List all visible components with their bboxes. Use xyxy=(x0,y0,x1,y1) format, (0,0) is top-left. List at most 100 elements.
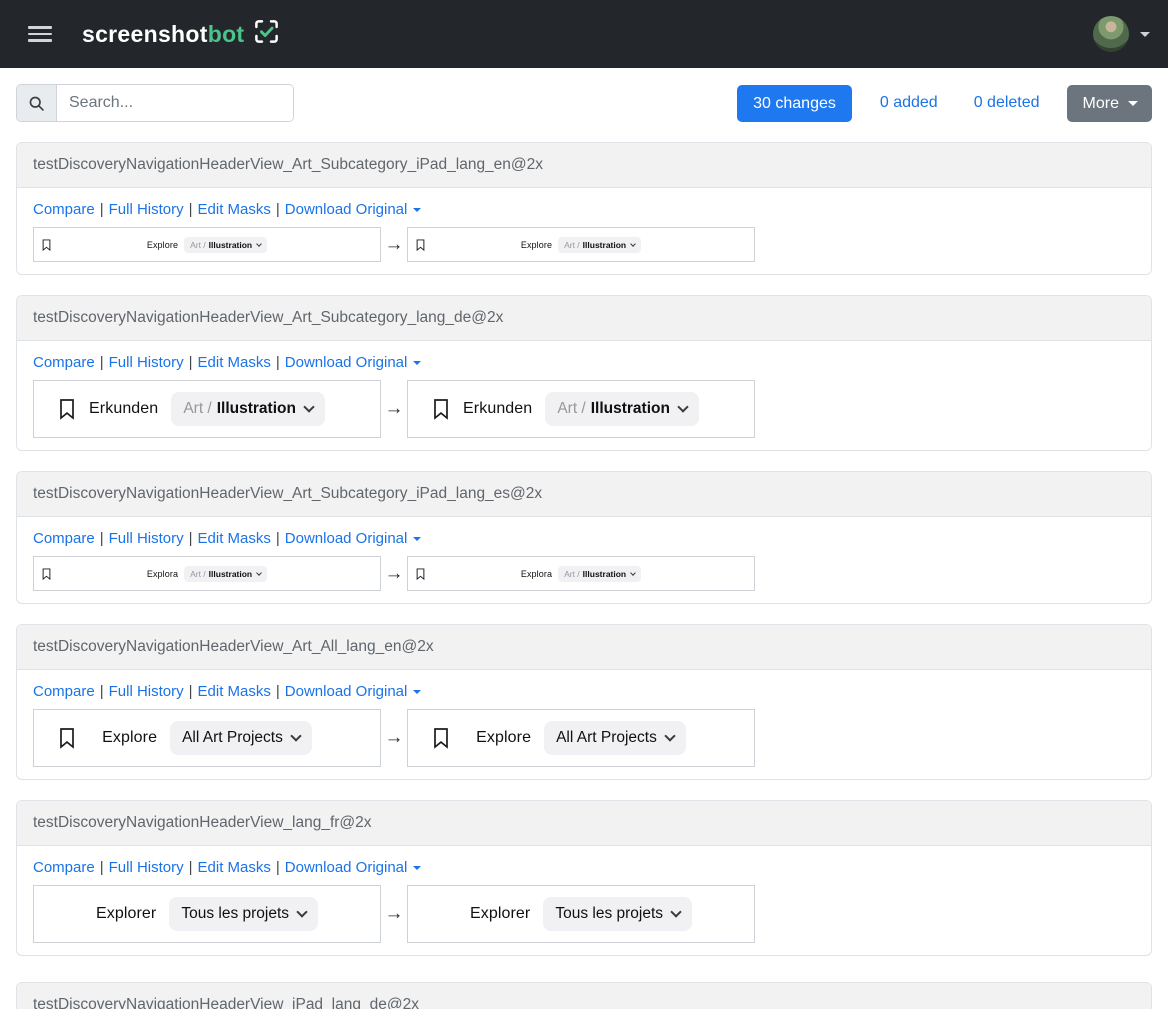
nav-title: Explora xyxy=(521,569,552,579)
comparison-row: Explorer Tous les projets → Explorer Tou… xyxy=(33,885,1135,943)
caret-down-icon[interactable] xyxy=(1140,32,1150,42)
action-links: Compare|Full History|Edit Masks|Download… xyxy=(33,200,1135,219)
edit-masks-link[interactable]: Edit Masks xyxy=(198,201,271,218)
arrow-right-icon: → xyxy=(381,234,407,256)
compare-link[interactable]: Compare xyxy=(33,683,95,700)
action-links: Compare|Full History|Edit Masks|Download… xyxy=(33,858,1135,877)
chevron-down-icon xyxy=(290,730,301,741)
action-links: Compare|Full History|Edit Masks|Download… xyxy=(33,682,1135,701)
filter-pill: Tous les projets xyxy=(543,897,692,931)
nav-title: Explora xyxy=(147,569,178,579)
search-input[interactable] xyxy=(57,85,293,121)
search-group xyxy=(16,84,294,122)
test-card: testDiscoveryNavigationHeaderView_lang_f… xyxy=(16,800,1152,956)
filter-pill: Art /Illustration xyxy=(171,392,325,426)
filter-pill: All Art Projects xyxy=(544,721,686,755)
filter-pill: Tous les projets xyxy=(169,897,318,931)
chevron-down-icon xyxy=(630,570,636,576)
test-name: testDiscoveryNavigationHeaderView_iPad_l… xyxy=(17,983,1151,1009)
search-icon xyxy=(17,85,57,121)
bookmark-icon xyxy=(433,728,449,749)
chevron-down-icon xyxy=(670,906,681,917)
edit-masks-link[interactable]: Edit Masks xyxy=(198,683,271,700)
test-name: testDiscoveryNavigationHeaderView_Art_Su… xyxy=(17,143,1151,188)
full-history-link[interactable]: Full History xyxy=(109,201,184,218)
bookmark-icon xyxy=(416,568,425,580)
full-history-link[interactable]: Full History xyxy=(109,530,184,547)
comparison-row: Explora Art /Illustration → Explora Art … xyxy=(33,556,1135,591)
brand-text: screenshotbot xyxy=(82,21,244,48)
chevron-down-icon xyxy=(677,401,688,412)
chevron-down-icon xyxy=(296,906,307,917)
full-history-link[interactable]: Full History xyxy=(109,354,184,371)
comparison-row: Erkunden Art /Illustration → Erkunden Ar… xyxy=(33,380,1135,438)
filter-pill: Art /Illustration xyxy=(558,566,641,582)
brand-logo[interactable]: screenshotbot xyxy=(82,18,280,50)
nav-title: Explorer xyxy=(470,905,530,923)
screenshot-before[interactable]: Erkunden Art /Illustration xyxy=(33,380,381,438)
comparison-row: Explore All Art Projects → Explore All A… xyxy=(33,709,1135,767)
caret-down-icon xyxy=(413,690,421,698)
screenshot-before[interactable]: Explore Art /Illustration xyxy=(33,227,381,262)
compare-link[interactable]: Compare xyxy=(33,201,95,218)
full-history-link[interactable]: Full History xyxy=(109,859,184,876)
menu-icon[interactable] xyxy=(28,26,52,42)
test-card: testDiscoveryNavigationHeaderView_Art_Su… xyxy=(16,142,1152,275)
download-original-link[interactable]: Download Original xyxy=(285,683,422,700)
compare-link[interactable]: Compare xyxy=(33,530,95,547)
screenshot-before[interactable]: Explorer Tous les projets xyxy=(33,885,381,943)
bookmark-icon xyxy=(59,399,75,420)
screenshot-after[interactable]: Erkunden Art /Illustration xyxy=(407,380,755,438)
filter-pill: Art /Illustration xyxy=(558,237,641,253)
caret-down-icon xyxy=(413,537,421,545)
logo-checkmark-icon xyxy=(253,18,280,50)
nav-title: Explore xyxy=(102,729,157,747)
chevron-down-icon xyxy=(303,401,314,412)
compare-link[interactable]: Compare xyxy=(33,859,95,876)
test-card: testDiscoveryNavigationHeaderView_Art_Su… xyxy=(16,295,1152,451)
screenshot-before[interactable]: Explore All Art Projects xyxy=(33,709,381,767)
screenshot-after[interactable]: Explore All Art Projects xyxy=(407,709,755,767)
added-link[interactable]: 0 added xyxy=(880,94,938,112)
screenshot-after[interactable]: Explora Art /Illustration xyxy=(407,556,755,591)
test-card: testDiscoveryNavigationHeaderView_Art_Su… xyxy=(16,471,1152,604)
test-card: testDiscoveryNavigationHeaderView_Art_Al… xyxy=(16,624,1152,780)
bookmark-icon xyxy=(433,399,449,420)
screenshot-after[interactable]: Explorer Tous les projets xyxy=(407,885,755,943)
bookmark-icon xyxy=(416,239,425,251)
filter-pill: Art /Illustration xyxy=(545,392,699,426)
test-name: testDiscoveryNavigationHeaderView_lang_f… xyxy=(17,801,1151,846)
edit-masks-link[interactable]: Edit Masks xyxy=(198,530,271,547)
edit-masks-link[interactable]: Edit Masks xyxy=(198,859,271,876)
chevron-down-icon xyxy=(256,241,262,247)
screenshot-after[interactable]: Explore Art /Illustration xyxy=(407,227,755,262)
download-original-link[interactable]: Download Original xyxy=(285,201,422,218)
screenshot-before[interactable]: Explora Art /Illustration xyxy=(33,556,381,591)
user-menu[interactable] xyxy=(1093,16,1150,52)
arrow-right-icon: → xyxy=(381,903,407,925)
action-links: Compare|Full History|Edit Masks|Download… xyxy=(33,529,1135,548)
test-name: testDiscoveryNavigationHeaderView_Art_Al… xyxy=(17,625,1151,670)
changes-button[interactable]: 30 changes xyxy=(737,85,852,122)
more-button[interactable]: More xyxy=(1067,85,1152,122)
filter-pill: Art /Illustration xyxy=(184,566,267,582)
nav-title: Explorer xyxy=(96,905,156,923)
edit-masks-link[interactable]: Edit Masks xyxy=(198,354,271,371)
test-card: testDiscoveryNavigationHeaderView_iPad_l… xyxy=(16,982,1152,1009)
chevron-down-icon xyxy=(630,241,636,247)
bookmark-icon xyxy=(42,239,51,251)
full-history-link[interactable]: Full History xyxy=(109,683,184,700)
compare-link[interactable]: Compare xyxy=(33,354,95,371)
download-original-link[interactable]: Download Original xyxy=(285,354,422,371)
nav-title: Explore xyxy=(476,729,531,747)
download-original-link[interactable]: Download Original xyxy=(285,859,422,876)
avatar[interactable] xyxy=(1093,16,1129,52)
deleted-link[interactable]: 0 deleted xyxy=(974,94,1040,112)
toolbar: 30 changes 0 added 0 deleted More xyxy=(0,68,1168,122)
arrow-right-icon: → xyxy=(381,398,407,420)
test-name: testDiscoveryNavigationHeaderView_Art_Su… xyxy=(17,296,1151,341)
filter-pill: Art /Illustration xyxy=(184,237,267,253)
caret-down-icon xyxy=(413,361,421,369)
bookmark-icon xyxy=(42,568,51,580)
download-original-link[interactable]: Download Original xyxy=(285,530,422,547)
